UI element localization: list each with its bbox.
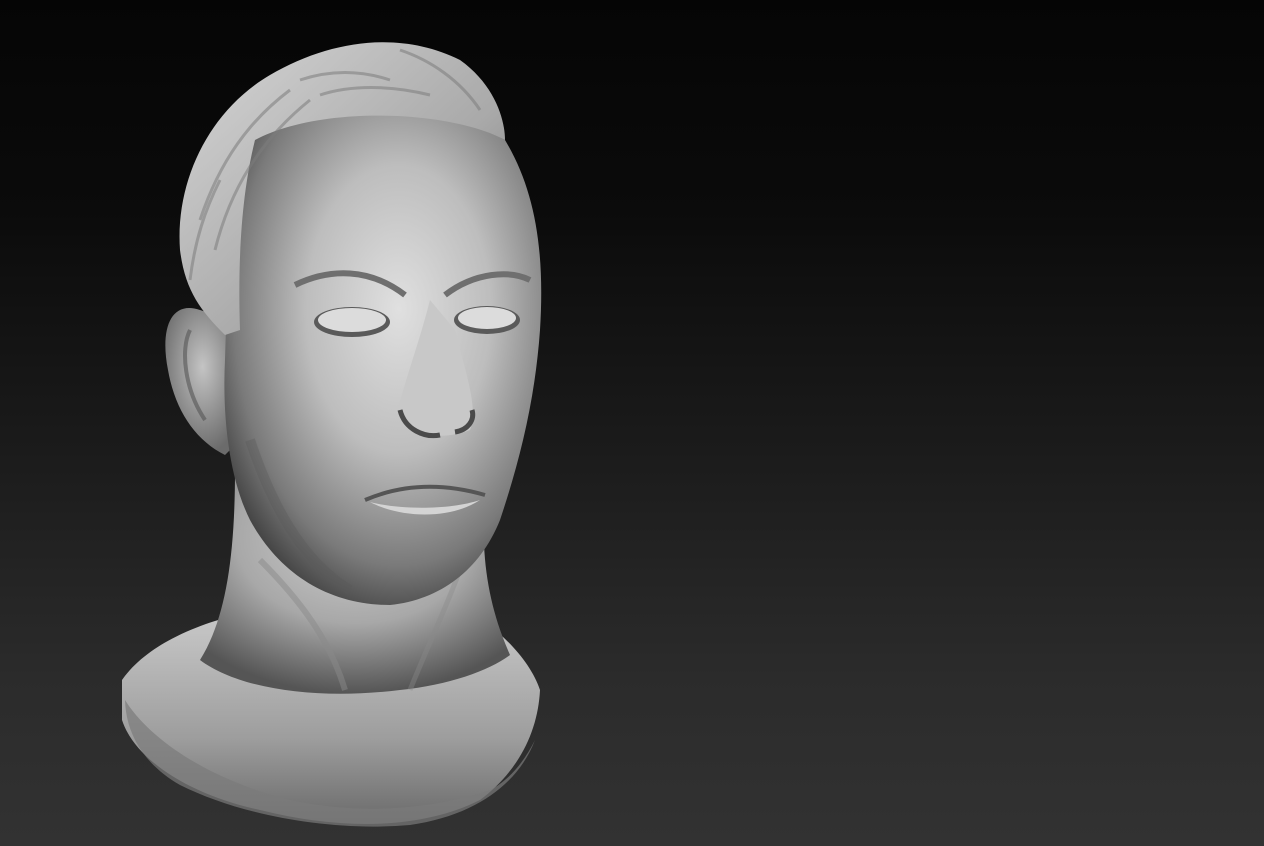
head-sculpt-three-quarter-right-icon	[632, 0, 1264, 846]
head-sculpt-three-quarter-left-icon	[0, 0, 632, 846]
head-sculpt-left[interactable]	[0, 0, 632, 846]
head-sculpt-right[interactable]	[632, 0, 1264, 846]
sculpt-viewport[interactable]	[0, 0, 1264, 846]
